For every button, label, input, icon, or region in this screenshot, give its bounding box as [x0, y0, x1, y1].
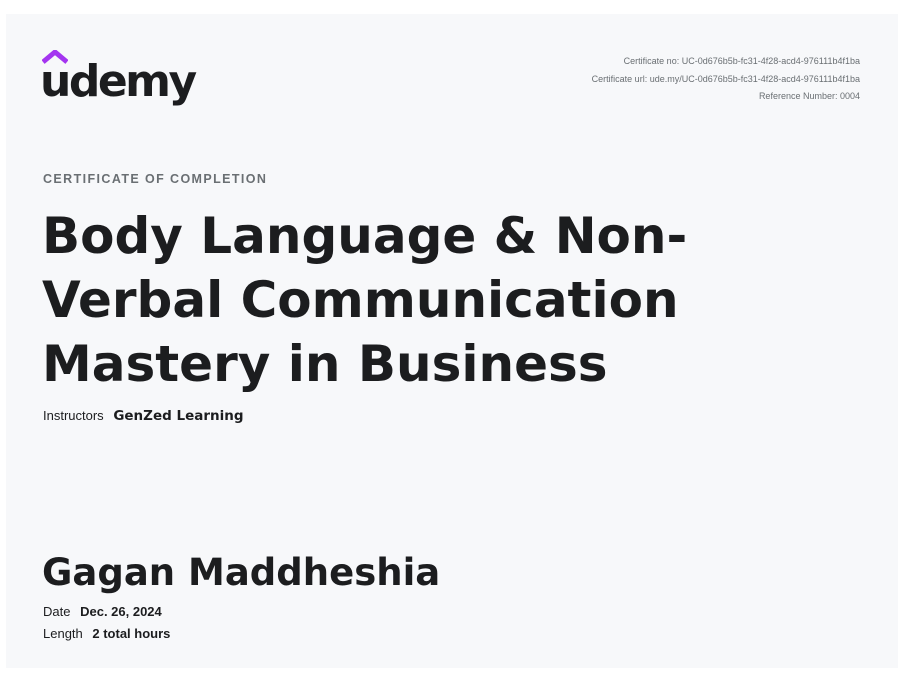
udemy-logo: udemy — [40, 50, 197, 112]
recipient-name: Gagan Maddheshia — [42, 551, 441, 594]
certificate: udemy Certificate no: UC-0d676b5b-fc31-4… — [6, 14, 898, 668]
udemy-wordmark: udemy — [40, 56, 197, 107]
certificate-url: Certificate url: ude.my/UC-0d676b5b-fc31… — [591, 73, 860, 84]
length-value: 2 total hours — [92, 626, 171, 641]
length-label: Length — [43, 626, 83, 641]
course-title: Body Language & Non-Verbal Communication… — [42, 207, 688, 393]
certificate-number: Certificate no: UC-0d676b5b-fc31-4f28-ac… — [623, 56, 860, 66]
instructors-label: Instructors — [43, 408, 104, 423]
certificate-label: CERTIFICATE OF COMPLETION — [43, 172, 268, 186]
instructor-name: GenZed Learning — [113, 408, 244, 424]
certificate-meta: Certificate no: UC-0d676b5b-fc31-4f28-ac… — [592, 53, 860, 106]
instructors-line: Instructors GenZed Learning — [43, 408, 244, 424]
date-value: Dec. 26, 2024 — [80, 604, 162, 619]
date-label: Date — [43, 604, 71, 619]
date-line: Date Dec. 26, 2024 — [43, 604, 162, 619]
length-line: Length 2 total hours — [43, 626, 170, 641]
reference-number: Reference Number: 0004 — [758, 91, 860, 101]
